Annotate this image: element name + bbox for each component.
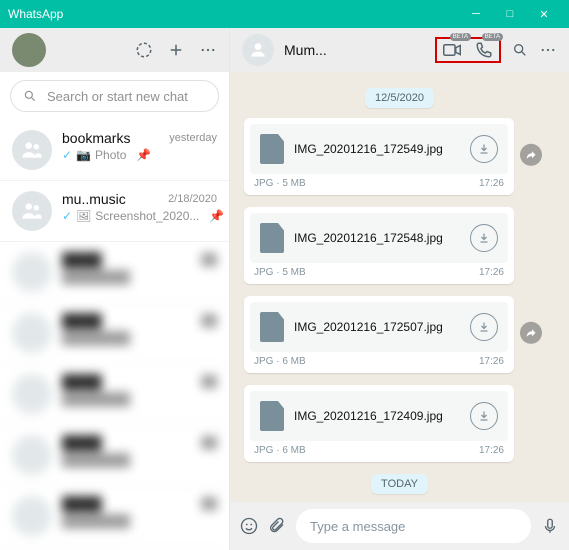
date-badge: TODAY [371,474,428,494]
check-icon: ✓ [62,148,72,162]
file-meta: JPG · 5 MB [254,178,306,189]
download-button[interactable] [470,224,498,252]
chat-item-redacted[interactable]: ██████████████ [0,486,229,547]
chat-timestamp: 2/18/2020 [168,193,217,205]
group-avatar-icon [12,130,52,170]
download-button[interactable] [470,135,498,163]
conversation-header: Mum... BETA BETA [230,28,569,72]
document-icon [260,223,284,253]
chat-name: mu..music [62,191,126,207]
incoming-file-message[interactable]: IMG_20201216_172548.jpg JPG · 5 MB 17:26 [244,207,514,284]
message-time: 17:26 [479,356,504,367]
download-button[interactable] [470,313,498,341]
messages-area[interactable]: 12/5/2020 IMG_20201216_172549.jpg JPG · … [230,72,569,502]
message-time: 17:26 [479,178,504,189]
message-placeholder: Type a message [310,519,405,534]
file-name: IMG_20201216_172507.jpg [294,320,460,334]
chat-item[interactable]: mu..music 2/18/2020 ✓ 🖼 Screenshot_2020... 📌 [0,181,229,242]
sidebar-header [0,28,229,72]
window-close[interactable]: ✕ [527,0,561,28]
forward-button[interactable] [520,321,542,343]
message-composer: Type a message [230,502,569,550]
incoming-file-message[interactable]: IMG_20201216_172409.jpg JPG · 6 MB 17:26 [244,385,514,462]
chat-list: bookmarks yesterday ✓ 📷 Photo 📌 mu..music 2/1… [0,120,229,550]
voice-call-button[interactable]: BETA [475,41,493,59]
chat-item-redacted[interactable]: ██████████████ [0,364,229,425]
sidebar: Search or start new chat bookmarks yester… [0,28,230,550]
document-icon [260,134,284,164]
chat-item[interactable]: bookmarks yesterday ✓ 📷 Photo 📌 [0,120,229,181]
download-button[interactable] [470,402,498,430]
forward-button[interactable] [520,143,542,165]
check-icon: ✓ [62,209,72,223]
contact-name[interactable]: Mum... [284,42,425,58]
incoming-file-message[interactable]: IMG_20201216_172549.jpg JPG · 5 MB 17:26 [244,118,514,195]
image-icon: 🖼 [76,209,91,223]
camera-icon: 📷 [76,148,91,162]
file-name: IMG_20201216_172409.jpg [294,409,460,423]
emoji-icon[interactable] [240,517,258,535]
pin-icon: 📌 [209,209,223,223]
attach-icon[interactable] [268,517,286,535]
pin-icon: 📌 [136,148,150,162]
chat-item-redacted[interactable]: ██████████████ [0,242,229,303]
menu-icon[interactable] [199,41,217,59]
message-time: 17:26 [479,445,504,456]
status-icon[interactable] [135,41,153,59]
conversation-panel: Mum... BETA BETA ↗ 12/5/2020 IMG_2020121… [230,28,569,550]
search-placeholder: Search or start new chat [47,89,188,104]
message-input[interactable]: Type a message [296,509,531,543]
chat-item-redacted[interactable]: ██████████████ [0,425,229,486]
file-name: IMG_20201216_172548.jpg [294,231,460,245]
chat-timestamp: yesterday [169,132,217,144]
search-icon [23,89,37,103]
group-avatar-icon [12,191,52,231]
contact-avatar[interactable] [242,34,274,66]
chat-name: bookmarks [62,130,130,146]
window-minimize[interactable]: ─ [459,0,493,28]
file-meta: JPG · 6 MB [254,445,306,456]
call-buttons-highlight: BETA BETA [435,37,501,63]
beta-badge: BETA [482,33,503,41]
video-call-button[interactable]: BETA [443,41,461,59]
search-input[interactable]: Search or start new chat [10,80,219,112]
document-icon [260,312,284,342]
document-icon [260,401,284,431]
new-chat-icon[interactable] [167,41,185,59]
my-avatar[interactable] [12,33,46,67]
file-meta: JPG · 5 MB [254,267,306,278]
date-badge: 12/5/2020 [365,88,434,108]
chat-menu-icon[interactable] [539,41,557,59]
search-in-chat-icon[interactable] [511,41,529,59]
message-time: 17:26 [479,267,504,278]
chat-preview: Photo [95,148,126,162]
incoming-file-message[interactable]: IMG_20201216_172507.jpg JPG · 6 MB 17:26 [244,296,514,373]
app-title: WhatsApp [8,7,63,21]
mic-icon[interactable] [541,517,559,535]
file-meta: JPG · 6 MB [254,356,306,367]
window-maximize[interactable]: □ [493,0,527,28]
beta-badge: BETA [450,33,471,41]
file-name: IMG_20201216_172549.jpg [294,142,460,156]
titlebar: WhatsApp ─ □ ✕ [0,0,569,28]
chat-preview: Screenshot_2020... [95,209,199,223]
chat-item-redacted[interactable]: ██████████████ [0,303,229,364]
